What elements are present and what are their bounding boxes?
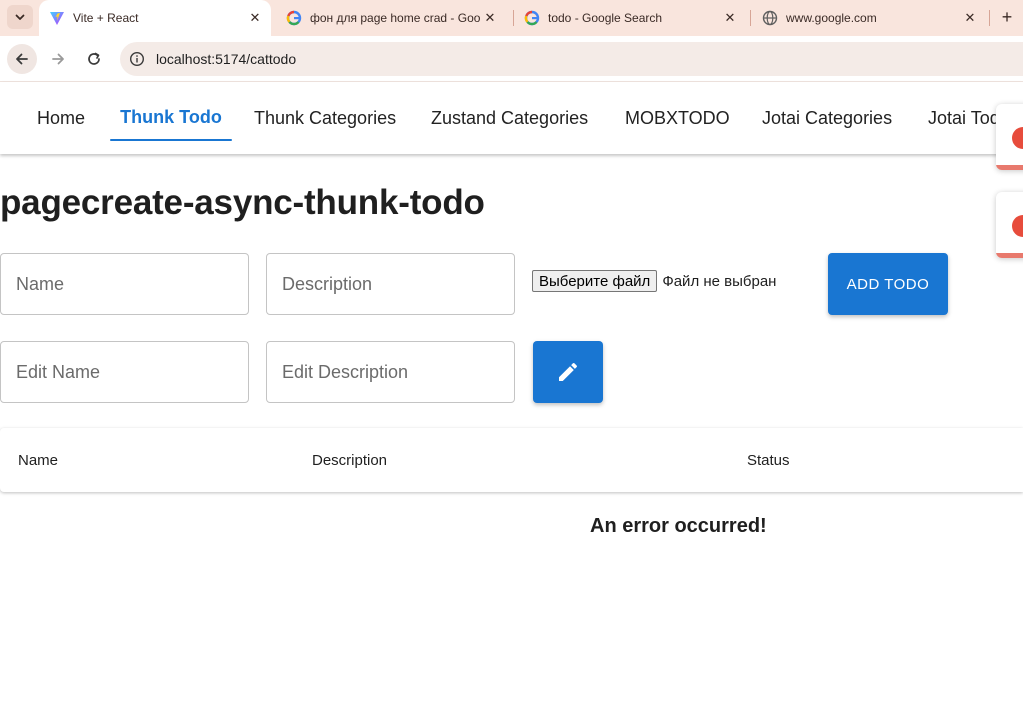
nav-link-home[interactable]: Home (37, 82, 85, 154)
back-button[interactable] (7, 44, 37, 74)
error-message: An error occurred! (590, 515, 767, 537)
nav-link-label: Thunk Categories (254, 107, 397, 128)
tab-vite-react[interactable]: Vite + React ✕ (39, 0, 271, 36)
arrow-right-icon (52, 53, 64, 65)
error-toast[interactable] (996, 192, 1023, 258)
nav-link-jotai-categories[interactable]: Jotai Categories (762, 82, 892, 154)
chevron-down-icon (15, 14, 25, 20)
column-header-description: Description (312, 451, 388, 469)
error-icon (1012, 215, 1023, 237)
reload-icon (88, 52, 100, 65)
close-icon[interactable]: ✕ (482, 10, 498, 26)
nav-link-label: MOBXTODO (625, 107, 730, 128)
url-text: localhost:5174/cattodo (156, 51, 297, 67)
name-input[interactable] (1, 254, 248, 314)
tab-google-com[interactable]: www.google.com ✕ (752, 0, 986, 36)
pencil-icon (559, 362, 578, 381)
toast-progress-bar (996, 253, 1023, 258)
tab-google-search-background[interactable]: фон для page home crad - Goo ✕ (276, 0, 506, 36)
edit-description-field[interactable] (266, 341, 515, 403)
nav-link-label: Jotai Categories (762, 107, 893, 128)
column-header-name: Name (18, 451, 59, 469)
name-field[interactable] (0, 253, 249, 315)
new-tab-button[interactable]: + (996, 6, 1018, 28)
vite-icon (49, 10, 65, 26)
tab-title: Vite + React (73, 11, 139, 25)
edit-button[interactable] (533, 341, 603, 403)
browser-toolbar: localhost:5174/cattodo (0, 36, 1023, 82)
browser-tabstrip: Vite + React ✕ фон для page home crad - … (0, 0, 1023, 36)
active-tab-indicator (110, 139, 232, 141)
choose-file-button[interactable]: Выберите файл (532, 270, 658, 292)
nav-link-label: Home (37, 107, 86, 128)
close-icon[interactable]: ✕ (722, 10, 738, 26)
tab-title: www.google.com (786, 11, 877, 25)
tab-title: todo - Google Search (548, 11, 663, 25)
toast-progress-bar (996, 165, 1023, 170)
tab-title: фон для page home crad - Goo (310, 11, 481, 25)
nav-link-thunk-categories[interactable]: Thunk Categories (254, 82, 396, 154)
edit-name-input[interactable] (1, 342, 248, 402)
globe-icon (762, 10, 778, 26)
error-icon (1012, 127, 1023, 149)
file-status-text: Файл не выбран (662, 272, 777, 290)
edit-description-input[interactable] (267, 342, 514, 402)
arrow-left-icon (16, 53, 28, 65)
google-icon (286, 10, 302, 26)
address-bar[interactable]: localhost:5174/cattodo (120, 42, 1023, 76)
tab-todo-search[interactable]: todo - Google Search ✕ (514, 0, 746, 36)
file-upload: Выберите файл Файл не выбран (532, 270, 776, 292)
edit-name-field[interactable] (0, 341, 249, 403)
column-header-status: Status (747, 451, 790, 469)
close-icon[interactable]: ✕ (962, 10, 978, 26)
todo-table-header: Name Description Status (0, 428, 1023, 492)
tab-search-button[interactable] (7, 5, 33, 29)
app-navbar: Home Thunk Todo Thunk Categories Zustand… (0, 82, 1023, 154)
nav-link-label: Thunk Todo (120, 106, 222, 127)
tab-separator (989, 10, 990, 26)
add-todo-button[interactable]: ADD TODO (828, 253, 948, 315)
site-info-icon[interactable] (128, 50, 146, 68)
reload-button[interactable] (79, 44, 109, 74)
nav-link-zustand-categories[interactable]: Zustand Categories (431, 82, 588, 154)
nav-link-label: Zustand Categories (431, 107, 589, 128)
error-toast[interactable] (996, 104, 1023, 170)
close-icon[interactable]: ✕ (247, 10, 263, 26)
nav-link-mobxtodo[interactable]: MOBXTODO (625, 82, 730, 154)
description-input[interactable] (267, 254, 514, 314)
forward-button[interactable] (43, 44, 73, 74)
tab-separator (750, 10, 751, 26)
page-title: pagecreate-async-thunk-todo (0, 183, 485, 222)
nav-link-thunk-todo[interactable]: Thunk Todo (110, 82, 232, 154)
google-icon (524, 10, 540, 26)
description-field[interactable] (266, 253, 515, 315)
